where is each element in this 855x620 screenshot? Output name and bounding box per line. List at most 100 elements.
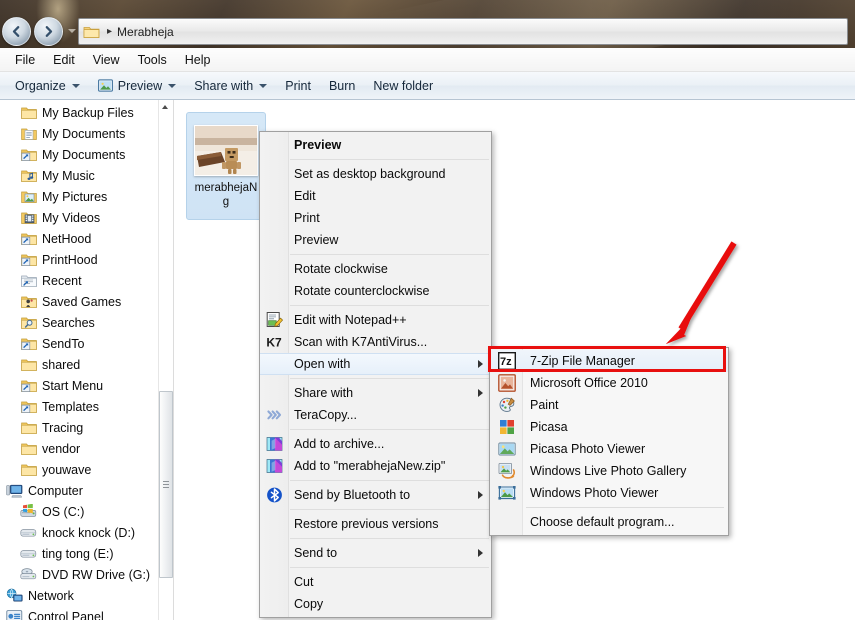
breadcrumb-separator: ▸ [107, 26, 113, 37]
open-with-item-microsoft-office-2010[interactable]: Microsoft Office 2010 [490, 372, 728, 394]
tree-item-printhood[interactable]: PrintHood [0, 249, 158, 270]
menu-tools[interactable]: Tools [129, 51, 176, 69]
tree-item-network[interactable]: Network [0, 585, 158, 606]
command-print[interactable]: Print [276, 76, 320, 96]
context-menu-item-open-with[interactable]: Open with [260, 353, 491, 375]
command-organize[interactable]: Organize [6, 76, 89, 96]
folder-icon [20, 105, 37, 121]
tree-item-dvd-rw-drive-g[interactable]: DVD RW Drive (G:) [0, 564, 158, 585]
menu-file[interactable]: File [6, 51, 44, 69]
tree-item-searches[interactable]: Searches [0, 312, 158, 333]
tree-item-vendor[interactable]: vendor [0, 438, 158, 459]
tree-item-my-videos[interactable]: My Videos [0, 207, 158, 228]
nav-pane-scrollbar[interactable] [159, 101, 173, 619]
dvd-drive-icon [20, 567, 37, 583]
tree-item-label: Recent [42, 273, 82, 288]
scroll-up-button[interactable] [159, 101, 171, 113]
tree-item-shared[interactable]: shared [0, 354, 158, 375]
tree-item-label: PrintHood [42, 252, 98, 267]
command-preview[interactable]: Preview [89, 76, 185, 96]
command-share-with[interactable]: Share with [185, 76, 276, 96]
tree-item-label: My Videos [42, 210, 101, 225]
tree-item-my-documents[interactable]: My Documents [0, 123, 158, 144]
context-menu-item-scan-with-k7antivirus[interactable]: K7 Scan with K7AntiVirus... [260, 331, 491, 353]
chevron-down-icon [259, 83, 268, 88]
tree-item-label: Computer [28, 483, 83, 498]
open-with-choose-default-program[interactable]: Choose default program... [490, 511, 728, 533]
context-menu-item-copy[interactable]: Copy [260, 593, 491, 615]
tree-item-my-documents[interactable]: My Documents [0, 144, 158, 165]
tree-item-my-pictures[interactable]: My Pictures [0, 186, 158, 207]
folder-icon [20, 420, 37, 436]
submenu-arrow-icon [478, 360, 483, 368]
command-new-folder[interactable]: New folder [364, 76, 442, 96]
context-menu-item-share-with[interactable]: Share with [260, 382, 491, 404]
folder-icon [20, 357, 37, 373]
scrollbar-thumb[interactable] [159, 391, 173, 578]
submenu-arrow-icon [478, 549, 483, 557]
context-menu-item-label: Send to [294, 546, 338, 560]
tree-item-recent[interactable]: Recent [0, 270, 158, 291]
back-button[interactable] [2, 17, 31, 46]
open-with-item-paint[interactable]: Paint [490, 394, 728, 416]
file-name-label: merabhejaN g [190, 181, 262, 209]
open-with-item-7-zip-file-manager[interactable]: 7z 7-Zip File Manager [490, 350, 728, 372]
open-with-item-picasa[interactable]: Picasa [490, 416, 728, 438]
address-bar[interactable]: ▸ Merabheja [78, 18, 848, 45]
context-menu-item-restore-previous-versions[interactable]: Restore previous versions [260, 513, 491, 535]
context-menu-item-print[interactable]: Print [260, 207, 491, 229]
tree-item-tracing[interactable]: Tracing [0, 417, 158, 438]
menu-view[interactable]: View [84, 51, 129, 69]
context-menu-item-preview[interactable]: Preview [260, 229, 491, 251]
recent-pages-dropdown[interactable] [65, 17, 79, 44]
tree-item-label: shared [42, 357, 81, 372]
tree-item-sendto[interactable]: SendTo [0, 333, 158, 354]
context-menu-item-edit[interactable]: Edit [260, 185, 491, 207]
context-menu-item-add-to-merabhejanew-zip[interactable]: Add to "merabhejaNew.zip" [260, 455, 491, 477]
tree-item-start-menu[interactable]: Start Menu [0, 375, 158, 396]
tree-item-my-backup-files[interactable]: My Backup Files [0, 102, 158, 123]
breadcrumb-current-folder[interactable]: Merabheja [117, 25, 174, 39]
folder-shortcut-icon [20, 399, 37, 415]
context-menu-item-label: Rotate clockwise [294, 262, 388, 276]
svg-text:K7: K7 [266, 336, 282, 350]
folder-shortcut-icon [20, 252, 37, 268]
file-item[interactable]: merabhejaN g [186, 112, 266, 220]
context-menu-item-teracopy[interactable]: TeraCopy... [260, 404, 491, 426]
context-menu-item-rotate-counterclockwise[interactable]: Rotate counterclockwise [260, 280, 491, 302]
context-menu-item-send-by-bluetooth-to[interactable]: Send by Bluetooth to [260, 484, 491, 506]
tree-item-nethood[interactable]: NetHood [0, 228, 158, 249]
context-menu-item-label: Rotate counterclockwise [294, 284, 430, 298]
open-with-item-picasa-photo-viewer[interactable]: Picasa Photo Viewer [490, 438, 728, 460]
tree-item-label: DVD RW Drive (G:) [42, 567, 151, 582]
open-with-item-windows-live-photo-gallery[interactable]: Windows Live Photo Gallery [490, 460, 728, 482]
tree-item-label: My Music [42, 168, 95, 183]
context-menu-item-cut[interactable]: Cut [260, 571, 491, 593]
tree-item-knock-knock-d[interactable]: knock knock (D:) [0, 522, 158, 543]
context-menu-item-add-to-archive[interactable]: Add to archive... [260, 433, 491, 455]
tree-item-saved-games[interactable]: Saved Games [0, 291, 158, 312]
tree-item-ting-tong-e[interactable]: ting tong (E:) [0, 543, 158, 564]
tree-item-label: Searches [42, 315, 95, 330]
context-menu-item-rotate-clockwise[interactable]: Rotate clockwise [260, 258, 491, 280]
tree-item-my-music[interactable]: My Music [0, 165, 158, 186]
context-menu-item-preview[interactable]: Preview [260, 134, 491, 156]
context-menu-item-send-to[interactable]: Send to [260, 542, 491, 564]
menu-help[interactable]: Help [176, 51, 220, 69]
folder-pictures-icon [20, 189, 37, 205]
tree-item-templates[interactable]: Templates [0, 396, 158, 417]
command-burn[interactable]: Burn [320, 76, 364, 96]
archive-icon [266, 458, 283, 475]
folder-music-icon [20, 168, 37, 184]
k7-antivirus-icon: K7 [266, 334, 283, 351]
open-with-item-windows-photo-viewer[interactable]: Windows Photo Viewer [490, 482, 728, 504]
tree-item-control-panel[interactable]: Control Panel [0, 606, 158, 620]
command-label: Share with [194, 78, 254, 93]
tree-item-os-c[interactable]: OS (C:) [0, 501, 158, 522]
forward-button[interactable] [34, 17, 63, 46]
tree-item-computer[interactable]: Computer [0, 480, 158, 501]
menu-edit[interactable]: Edit [44, 51, 84, 69]
context-menu-item-edit-with-notepad[interactable]: Edit with Notepad++ [260, 309, 491, 331]
tree-item-youwave[interactable]: youwave [0, 459, 158, 480]
context-menu-item-set-as-desktop-background[interactable]: Set as desktop background [260, 163, 491, 185]
